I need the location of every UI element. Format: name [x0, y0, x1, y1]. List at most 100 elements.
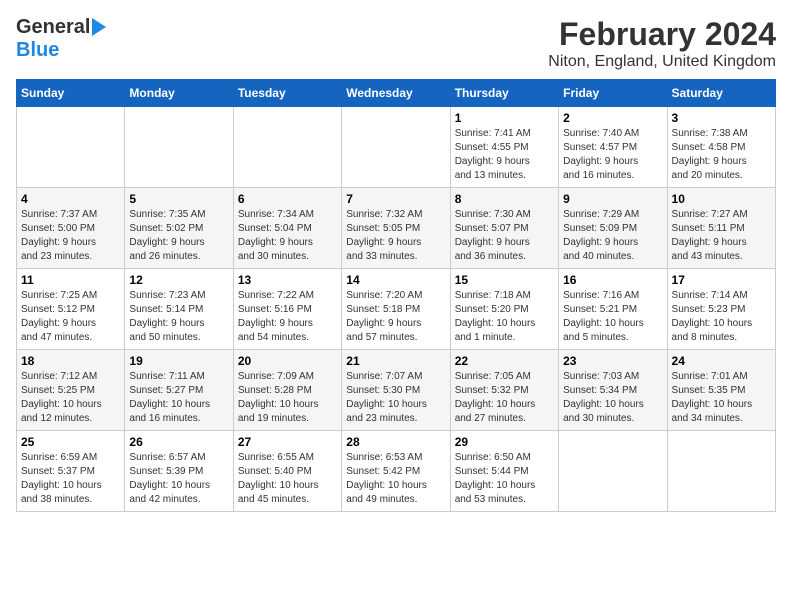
- day-info: Sunrise: 7:40 AM Sunset: 4:57 PM Dayligh…: [563, 127, 662, 183]
- calendar-cell: 24 Sunrise: 7:01 AM Sunset: 5:35 PM Dayli…: [667, 350, 775, 431]
- calendar-cell: 10 Sunrise: 7:27 AM Sunset: 5:11 PM Dayli…: [667, 188, 775, 269]
- header-day-monday: Monday: [125, 80, 233, 107]
- logo-general: General: [16, 16, 90, 39]
- day-info: Sunrise: 7:07 AM Sunset: 5:30 PM Dayligh…: [346, 370, 445, 426]
- calendar-cell: 20Sunrise: 7:09 AM Sunset: 5:28 PM Dayli…: [233, 350, 341, 431]
- calendar-cell: 1 Sunrise: 7:41 AM Sunset: 4:55 PM Daylig…: [450, 107, 558, 188]
- day-info: Sunrise: 7:03 AM Sunset: 5:34 PM Dayligh…: [563, 370, 662, 426]
- calendar-cell: 11Sunrise: 7:25 AM Sunset: 5:12 PM Dayli…: [17, 269, 125, 350]
- day-info: Sunrise: 7:12 AM Sunset: 5:25 PM Dayligh…: [21, 370, 120, 426]
- calendar-cell: 16 Sunrise: 7:16 AM Sunset: 5:21 PM Dayli…: [559, 269, 667, 350]
- day-info: Sunrise: 6:50 AM Sunset: 5:44 PM Dayligh…: [455, 451, 554, 507]
- day-number: 16: [563, 273, 662, 287]
- week-row-1: 4 Sunrise: 7:37 AM Sunset: 5:00 PM Daylig…: [17, 188, 776, 269]
- logo: General Blue: [16, 16, 106, 62]
- logo-arrow-icon: [92, 18, 106, 36]
- calendar-cell: 4 Sunrise: 7:37 AM Sunset: 5:00 PM Daylig…: [17, 188, 125, 269]
- day-info: Sunrise: 7:05 AM Sunset: 5:32 PM Dayligh…: [455, 370, 554, 426]
- calendar-cell: 22Sunrise: 7:05 AM Sunset: 5:32 PM Dayli…: [450, 350, 558, 431]
- calendar-cell: 29 Sunrise: 6:50 AM Sunset: 5:44 PM Dayli…: [450, 431, 558, 512]
- day-info: Sunrise: 7:38 AM Sunset: 4:58 PM Dayligh…: [672, 127, 771, 183]
- calendar-cell: 2 Sunrise: 7:40 AM Sunset: 4:57 PM Daylig…: [559, 107, 667, 188]
- calendar-cell: 3 Sunrise: 7:38 AM Sunset: 4:58 PM Daylig…: [667, 107, 775, 188]
- day-number: 24: [672, 354, 771, 368]
- day-number: 14: [346, 273, 445, 287]
- day-number: 25: [21, 435, 120, 449]
- header-day-friday: Friday: [559, 80, 667, 107]
- day-number: 29: [455, 435, 554, 449]
- day-number: 27: [238, 435, 337, 449]
- calendar-cell: 23 Sunrise: 7:03 AM Sunset: 5:34 PM Dayli…: [559, 350, 667, 431]
- day-number: 12: [129, 273, 228, 287]
- day-info: Sunrise: 7:14 AM Sunset: 5:23 PM Dayligh…: [672, 289, 771, 345]
- calendar-body: 1 Sunrise: 7:41 AM Sunset: 4:55 PM Daylig…: [17, 107, 776, 512]
- calendar-cell: 27 Sunrise: 6:55 AM Sunset: 5:40 PM Dayli…: [233, 431, 341, 512]
- day-number: 23: [563, 354, 662, 368]
- day-info: Sunrise: 6:55 AM Sunset: 5:40 PM Dayligh…: [238, 451, 337, 507]
- day-info: Sunrise: 7:23 AM Sunset: 5:14 PM Dayligh…: [129, 289, 228, 345]
- day-info: Sunrise: 7:11 AM Sunset: 5:27 PM Dayligh…: [129, 370, 228, 426]
- day-number: 10: [672, 192, 771, 206]
- day-number: 5: [129, 192, 228, 206]
- calendar-table: SundayMondayTuesdayWednesdayThursdayFrid…: [16, 79, 776, 512]
- calendar-cell: 26Sunrise: 6:57 AM Sunset: 5:39 PM Dayli…: [125, 431, 233, 512]
- calendar-cell: 17 Sunrise: 7:14 AM Sunset: 5:23 PM Dayli…: [667, 269, 775, 350]
- day-info: Sunrise: 7:34 AM Sunset: 5:04 PM Dayligh…: [238, 208, 337, 264]
- calendar-cell: [125, 107, 233, 188]
- day-info: Sunrise: 7:27 AM Sunset: 5:11 PM Dayligh…: [672, 208, 771, 264]
- page-header: General Blue February 2024 Niton, Englan…: [16, 16, 776, 71]
- day-number: 18: [21, 354, 120, 368]
- day-info: Sunrise: 7:18 AM Sunset: 5:20 PM Dayligh…: [455, 289, 554, 345]
- header-day-saturday: Saturday: [667, 80, 775, 107]
- day-number: 3: [672, 111, 771, 125]
- day-number: 17: [672, 273, 771, 287]
- title-block: February 2024 Niton, England, United Kin…: [548, 16, 776, 71]
- calendar-cell: 5 Sunrise: 7:35 AM Sunset: 5:02 PM Daylig…: [125, 188, 233, 269]
- header-day-thursday: Thursday: [450, 80, 558, 107]
- day-number: 6: [238, 192, 337, 206]
- day-number: 21: [346, 354, 445, 368]
- calendar-cell: 25Sunrise: 6:59 AM Sunset: 5:37 PM Dayli…: [17, 431, 125, 512]
- calendar-cell: 6 Sunrise: 7:34 AM Sunset: 5:04 PM Daylig…: [233, 188, 341, 269]
- calendar-cell: 13Sunrise: 7:22 AM Sunset: 5:16 PM Dayli…: [233, 269, 341, 350]
- logo-blue: Blue: [16, 39, 59, 62]
- day-number: 20: [238, 354, 337, 368]
- week-row-0: 1 Sunrise: 7:41 AM Sunset: 4:55 PM Daylig…: [17, 107, 776, 188]
- day-number: 4: [21, 192, 120, 206]
- day-number: 26: [129, 435, 228, 449]
- calendar-cell: 14 Sunrise: 7:20 AM Sunset: 5:18 PM Dayli…: [342, 269, 450, 350]
- week-row-3: 18 Sunrise: 7:12 AM Sunset: 5:25 PM Dayli…: [17, 350, 776, 431]
- day-number: 9: [563, 192, 662, 206]
- calendar-cell: [559, 431, 667, 512]
- day-info: Sunrise: 7:25 AM Sunset: 5:12 PM Dayligh…: [21, 289, 120, 345]
- day-number: 19: [129, 354, 228, 368]
- calendar-cell: 12 Sunrise: 7:23 AM Sunset: 5:14 PM Dayli…: [125, 269, 233, 350]
- day-info: Sunrise: 7:32 AM Sunset: 5:05 PM Dayligh…: [346, 208, 445, 264]
- day-number: 15: [455, 273, 554, 287]
- day-number: 7: [346, 192, 445, 206]
- calendar-cell: 28Sunrise: 6:53 AM Sunset: 5:42 PM Dayli…: [342, 431, 450, 512]
- day-number: 8: [455, 192, 554, 206]
- day-number: 13: [238, 273, 337, 287]
- calendar-cell: 8Sunrise: 7:30 AM Sunset: 5:07 PM Daylig…: [450, 188, 558, 269]
- calendar-cell: 7 Sunrise: 7:32 AM Sunset: 5:05 PM Daylig…: [342, 188, 450, 269]
- day-info: Sunrise: 7:41 AM Sunset: 4:55 PM Dayligh…: [455, 127, 554, 183]
- day-number: 2: [563, 111, 662, 125]
- calendar-cell: [17, 107, 125, 188]
- day-info: Sunrise: 7:01 AM Sunset: 5:35 PM Dayligh…: [672, 370, 771, 426]
- day-info: Sunrise: 7:37 AM Sunset: 5:00 PM Dayligh…: [21, 208, 120, 264]
- day-info: Sunrise: 7:35 AM Sunset: 5:02 PM Dayligh…: [129, 208, 228, 264]
- calendar-cell: 19 Sunrise: 7:11 AM Sunset: 5:27 PM Dayli…: [125, 350, 233, 431]
- day-number: 1: [455, 111, 554, 125]
- day-info: Sunrise: 7:29 AM Sunset: 5:09 PM Dayligh…: [563, 208, 662, 264]
- day-info: Sunrise: 7:20 AM Sunset: 5:18 PM Dayligh…: [346, 289, 445, 345]
- week-row-4: 25Sunrise: 6:59 AM Sunset: 5:37 PM Dayli…: [17, 431, 776, 512]
- calendar-header-row: SundayMondayTuesdayWednesdayThursdayFrid…: [17, 80, 776, 107]
- calendar-cell: 18 Sunrise: 7:12 AM Sunset: 5:25 PM Dayli…: [17, 350, 125, 431]
- day-number: 28: [346, 435, 445, 449]
- page-title: February 2024: [548, 16, 776, 53]
- calendar-cell: [233, 107, 341, 188]
- page-subtitle: Niton, England, United Kingdom: [548, 53, 776, 71]
- calendar-cell: 21 Sunrise: 7:07 AM Sunset: 5:30 PM Dayli…: [342, 350, 450, 431]
- day-info: Sunrise: 7:16 AM Sunset: 5:21 PM Dayligh…: [563, 289, 662, 345]
